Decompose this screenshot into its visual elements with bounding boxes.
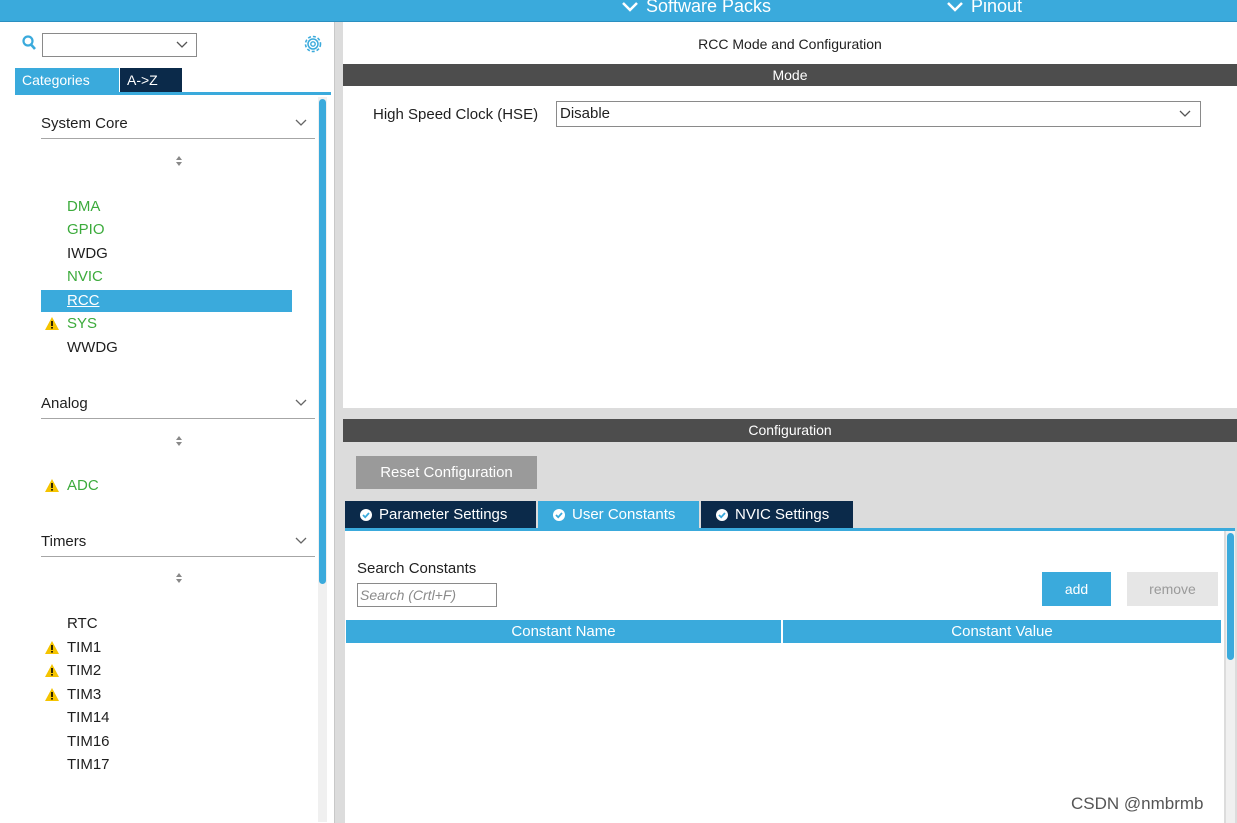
search-combobox[interactable]	[42, 33, 197, 57]
item-label: WWDG	[67, 339, 118, 356]
tab-categories[interactable]: Categories	[15, 68, 119, 92]
category-label: System Core	[41, 115, 128, 132]
check-circle-icon	[553, 509, 565, 521]
item-label: TIM17	[67, 756, 110, 773]
chevron-down-icon	[622, 1, 638, 12]
item-label: TIM2	[67, 662, 102, 679]
stm32cubemx-window: Software Packs Pinout Categories A->Z Sy…	[0, 0, 1237, 823]
tab-a-to-z[interactable]: A->Z	[120, 68, 182, 92]
view-tabs: Categories A->Z	[15, 68, 182, 92]
item-label: NVIC	[67, 268, 103, 285]
mode-configuration-panel: RCC Mode and Configuration Mode High Spe…	[335, 22, 1237, 823]
hse-label: High Speed Clock (HSE)	[373, 106, 539, 123]
category-system-core[interactable]: System Core	[41, 109, 315, 139]
list-item-wwdg[interactable]: WWDG	[41, 337, 292, 359]
tab-nvic-settings[interactable]: NVIC Settings	[701, 501, 853, 528]
categories-panel: Categories A->Z System Core DMA GPIO IWD…	[0, 22, 335, 823]
column-header-constant-name[interactable]: Constant Name	[346, 620, 783, 643]
content-scrollbar[interactable]	[1226, 531, 1235, 823]
chevron-down-icon	[947, 1, 963, 12]
item-label: GPIO	[67, 221, 105, 238]
reset-configuration-button[interactable]: Reset Configuration	[356, 456, 537, 489]
search-constants-input[interactable]	[357, 583, 497, 607]
chevron-down-icon	[176, 41, 188, 48]
warning-icon	[45, 641, 59, 654]
software-packs-menu[interactable]: Software Packs	[622, 0, 771, 17]
top-toolbar: Software Packs Pinout	[0, 0, 1237, 22]
user-constants-content: Search Constants add remove Constant Nam…	[345, 531, 1224, 823]
item-label: RTC	[67, 615, 98, 632]
pinout-label: Pinout	[971, 0, 1023, 16]
list-item-tim14[interactable]: TIM14	[41, 707, 292, 729]
configuration-tabs: Parameter Settings User Constants NVIC S…	[345, 501, 855, 528]
list-item-adc[interactable]: ADC	[41, 475, 292, 497]
category-tree: System Core DMA GPIO IWDG NVIC RCC SYS W…	[15, 95, 315, 823]
list-item-tim16[interactable]: TIM16	[41, 731, 292, 753]
configuration-section: Reset Configuration Parameter Settings U…	[343, 442, 1237, 823]
category-label: Timers	[41, 533, 87, 550]
mode-section: High Speed Clock (HSE) Disable	[343, 86, 1237, 408]
item-label: IWDG	[67, 245, 108, 262]
list-item-tim1[interactable]: TIM1	[41, 637, 292, 659]
item-label: ADC	[67, 477, 99, 494]
list-item-sys[interactable]: SYS	[41, 313, 292, 335]
page-title: RCC Mode and Configuration	[343, 22, 1237, 64]
category-analog[interactable]: Analog	[41, 389, 315, 419]
configuration-header: Configuration	[343, 419, 1237, 442]
category-label: Analog	[41, 395, 88, 412]
warning-icon	[45, 664, 59, 677]
add-button[interactable]: add	[1042, 572, 1111, 606]
watermark: CSDN @nmbrmb	[1071, 794, 1204, 813]
mode-header: Mode	[343, 64, 1237, 86]
constants-table-header: Constant Name Constant Value	[346, 620, 1223, 643]
chevron-down-icon	[1179, 110, 1191, 117]
scrollbar-thumb[interactable]	[319, 99, 326, 584]
gear-icon[interactable]	[302, 33, 324, 55]
tab-label: Parameter Settings	[379, 506, 508, 523]
item-label: TIM16	[67, 733, 110, 750]
list-item-rcc[interactable]: RCC	[41, 290, 292, 312]
hse-select[interactable]: Disable	[556, 101, 1201, 127]
item-label: TIM14	[67, 709, 110, 726]
list-item-rtc[interactable]: RTC	[41, 613, 292, 635]
list-item-tim2[interactable]: TIM2	[41, 660, 292, 682]
item-label: SYS	[67, 315, 98, 332]
sort-icon[interactable]	[175, 572, 183, 584]
list-item-nvic[interactable]: NVIC	[41, 266, 292, 288]
chevron-down-icon	[295, 119, 307, 126]
tab-label: NVIC Settings	[735, 506, 830, 523]
scrollbar-thumb[interactable]	[1227, 533, 1234, 660]
sort-icon[interactable]	[175, 155, 183, 167]
search-constants-label: Search Constants	[357, 560, 477, 577]
item-label: RCC	[67, 292, 100, 309]
list-item-gpio[interactable]: GPIO	[41, 219, 292, 241]
tab-user-constants[interactable]: User Constants	[538, 501, 699, 528]
chevron-down-icon	[295, 537, 307, 544]
check-circle-icon	[716, 509, 728, 521]
tab-label: User Constants	[572, 506, 676, 523]
pinout-menu[interactable]: Pinout	[947, 0, 1022, 17]
category-scrollbar[interactable]	[318, 97, 327, 822]
list-item-tim3[interactable]: TIM3	[41, 684, 292, 706]
hse-selected-value: Disable	[560, 105, 611, 122]
chevron-down-icon	[295, 399, 307, 406]
warning-icon	[45, 317, 59, 330]
column-header-constant-value[interactable]: Constant Value	[783, 620, 1221, 643]
sort-icon[interactable]	[175, 435, 183, 447]
item-label: TIM1	[67, 639, 102, 656]
item-label: DMA	[67, 198, 101, 215]
check-circle-icon	[360, 509, 372, 521]
list-item-iwdg[interactable]: IWDG	[41, 243, 292, 265]
warning-icon	[45, 479, 59, 492]
tab-parameter-settings[interactable]: Parameter Settings	[345, 501, 536, 528]
software-packs-label: Software Packs	[646, 0, 772, 16]
search-icon[interactable]	[22, 35, 36, 51]
category-timers[interactable]: Timers	[41, 527, 315, 557]
list-item-dma[interactable]: DMA	[41, 196, 292, 218]
warning-icon	[45, 688, 59, 701]
remove-button[interactable]: remove	[1127, 572, 1218, 606]
list-item-tim17[interactable]: TIM17	[41, 754, 292, 776]
item-label: TIM3	[67, 686, 102, 703]
